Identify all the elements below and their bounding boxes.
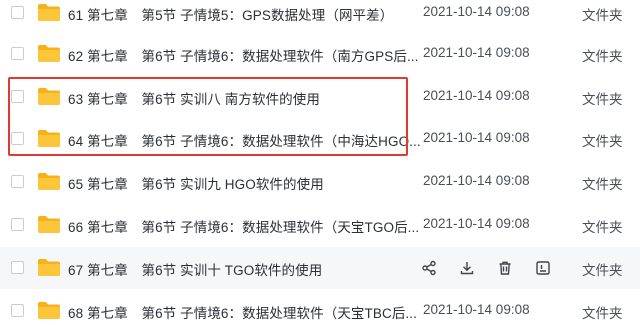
row-checkbox[interactable] [11, 304, 24, 317]
file-type: 文件夹 [582, 220, 623, 235]
file-type: 文件夹 [582, 134, 623, 149]
folder-icon [37, 301, 61, 320]
file-name[interactable]: 64 第七章 第6节 子情境6：数据处理软件（中海达HGO... [68, 130, 421, 150]
row-checkbox[interactable] [11, 47, 24, 60]
folder-icon [37, 172, 61, 191]
folder-icon [37, 129, 61, 148]
more-icon[interactable] [534, 259, 552, 277]
modified-time: 2021-10-14 09:08 [423, 88, 530, 103]
file-list: 61 第七章 第5节 子情境5：GPS数据处理（网平差） 2021-10-14 … [0, 0, 640, 325]
row-checkbox[interactable] [11, 6, 24, 19]
file-type: 文件夹 [582, 177, 623, 192]
file-type: 文件夹 [582, 306, 623, 321]
row-checkbox[interactable] [11, 218, 24, 231]
file-row[interactable]: 66 第七章 第6节 子情境6：数据处理软件（天宝TGO后... 2021-10… [0, 204, 640, 246]
modified-time: 2021-10-14 09:08 [423, 173, 530, 188]
file-name[interactable]: 68 第七章 第6节 子情境6：数据处理软件（天宝TBC后... [68, 302, 417, 322]
modified-time: 2021-10-14 09:08 [423, 130, 530, 145]
file-name[interactable]: 61 第七章 第5节 子情境5：GPS数据处理（网平差） [68, 4, 393, 24]
folder-icon [37, 87, 61, 106]
file-row[interactable]: 62 第七章 第6节 子情境6：数据处理软件（南方GPS后... 2021-10… [0, 33, 640, 75]
folder-icon [37, 44, 61, 63]
row-checkbox[interactable] [11, 132, 24, 145]
file-row-hovered[interactable]: 67 第七章 第6节 实训十 TGO软件的使用 文件夹 [0, 247, 640, 289]
file-row[interactable]: 68 第七章 第6节 子情境6：数据处理软件（天宝TBC后... 2021-10… [0, 290, 640, 325]
row-checkbox[interactable] [11, 175, 24, 188]
file-row[interactable]: 64 第七章 第6节 子情境6：数据处理软件（中海达HGO... 2021-10… [0, 118, 640, 160]
folder-icon [37, 215, 61, 234]
file-type: 文件夹 [582, 263, 623, 278]
file-type: 文件夹 [582, 92, 623, 107]
modified-time: 2021-10-14 09:08 [423, 45, 530, 60]
download-icon[interactable] [458, 259, 476, 277]
file-type: 文件夹 [582, 49, 623, 64]
file-name[interactable]: 65 第七章 第6节 实训九 HGO软件的使用 [68, 173, 324, 193]
file-name[interactable]: 62 第七章 第6节 子情境6：数据处理软件（南方GPS后... [68, 45, 419, 65]
file-name[interactable]: 67 第七章 第6节 实训十 TGO软件的使用 [68, 259, 322, 279]
file-row[interactable]: 65 第七章 第6节 实训九 HGO软件的使用 2021-10-14 09:08… [0, 161, 640, 203]
row-checkbox[interactable] [11, 261, 24, 274]
modified-time: 2021-10-14 09:08 [423, 216, 530, 231]
file-name[interactable]: 66 第七章 第6节 子情境6：数据处理软件（天宝TGO后... [68, 216, 419, 236]
delete-icon[interactable] [496, 259, 514, 277]
folder-icon [37, 3, 61, 22]
file-name[interactable]: 63 第七章 第6节 实训八 南方软件的使用 [68, 88, 320, 108]
file-row[interactable]: 63 第七章 第6节 实训八 南方软件的使用 2021-10-14 09:08 … [0, 76, 640, 118]
share-icon[interactable] [420, 259, 438, 277]
file-type: 文件夹 [582, 8, 623, 23]
modified-time: 2021-10-14 09:08 [423, 4, 530, 19]
folder-icon [37, 258, 61, 277]
file-row[interactable]: 61 第七章 第5节 子情境5：GPS数据处理（网平差） 2021-10-14 … [0, 0, 640, 34]
modified-time: 2021-10-14 09:08 [423, 302, 530, 317]
row-actions [420, 247, 552, 289]
row-checkbox[interactable] [11, 90, 24, 103]
